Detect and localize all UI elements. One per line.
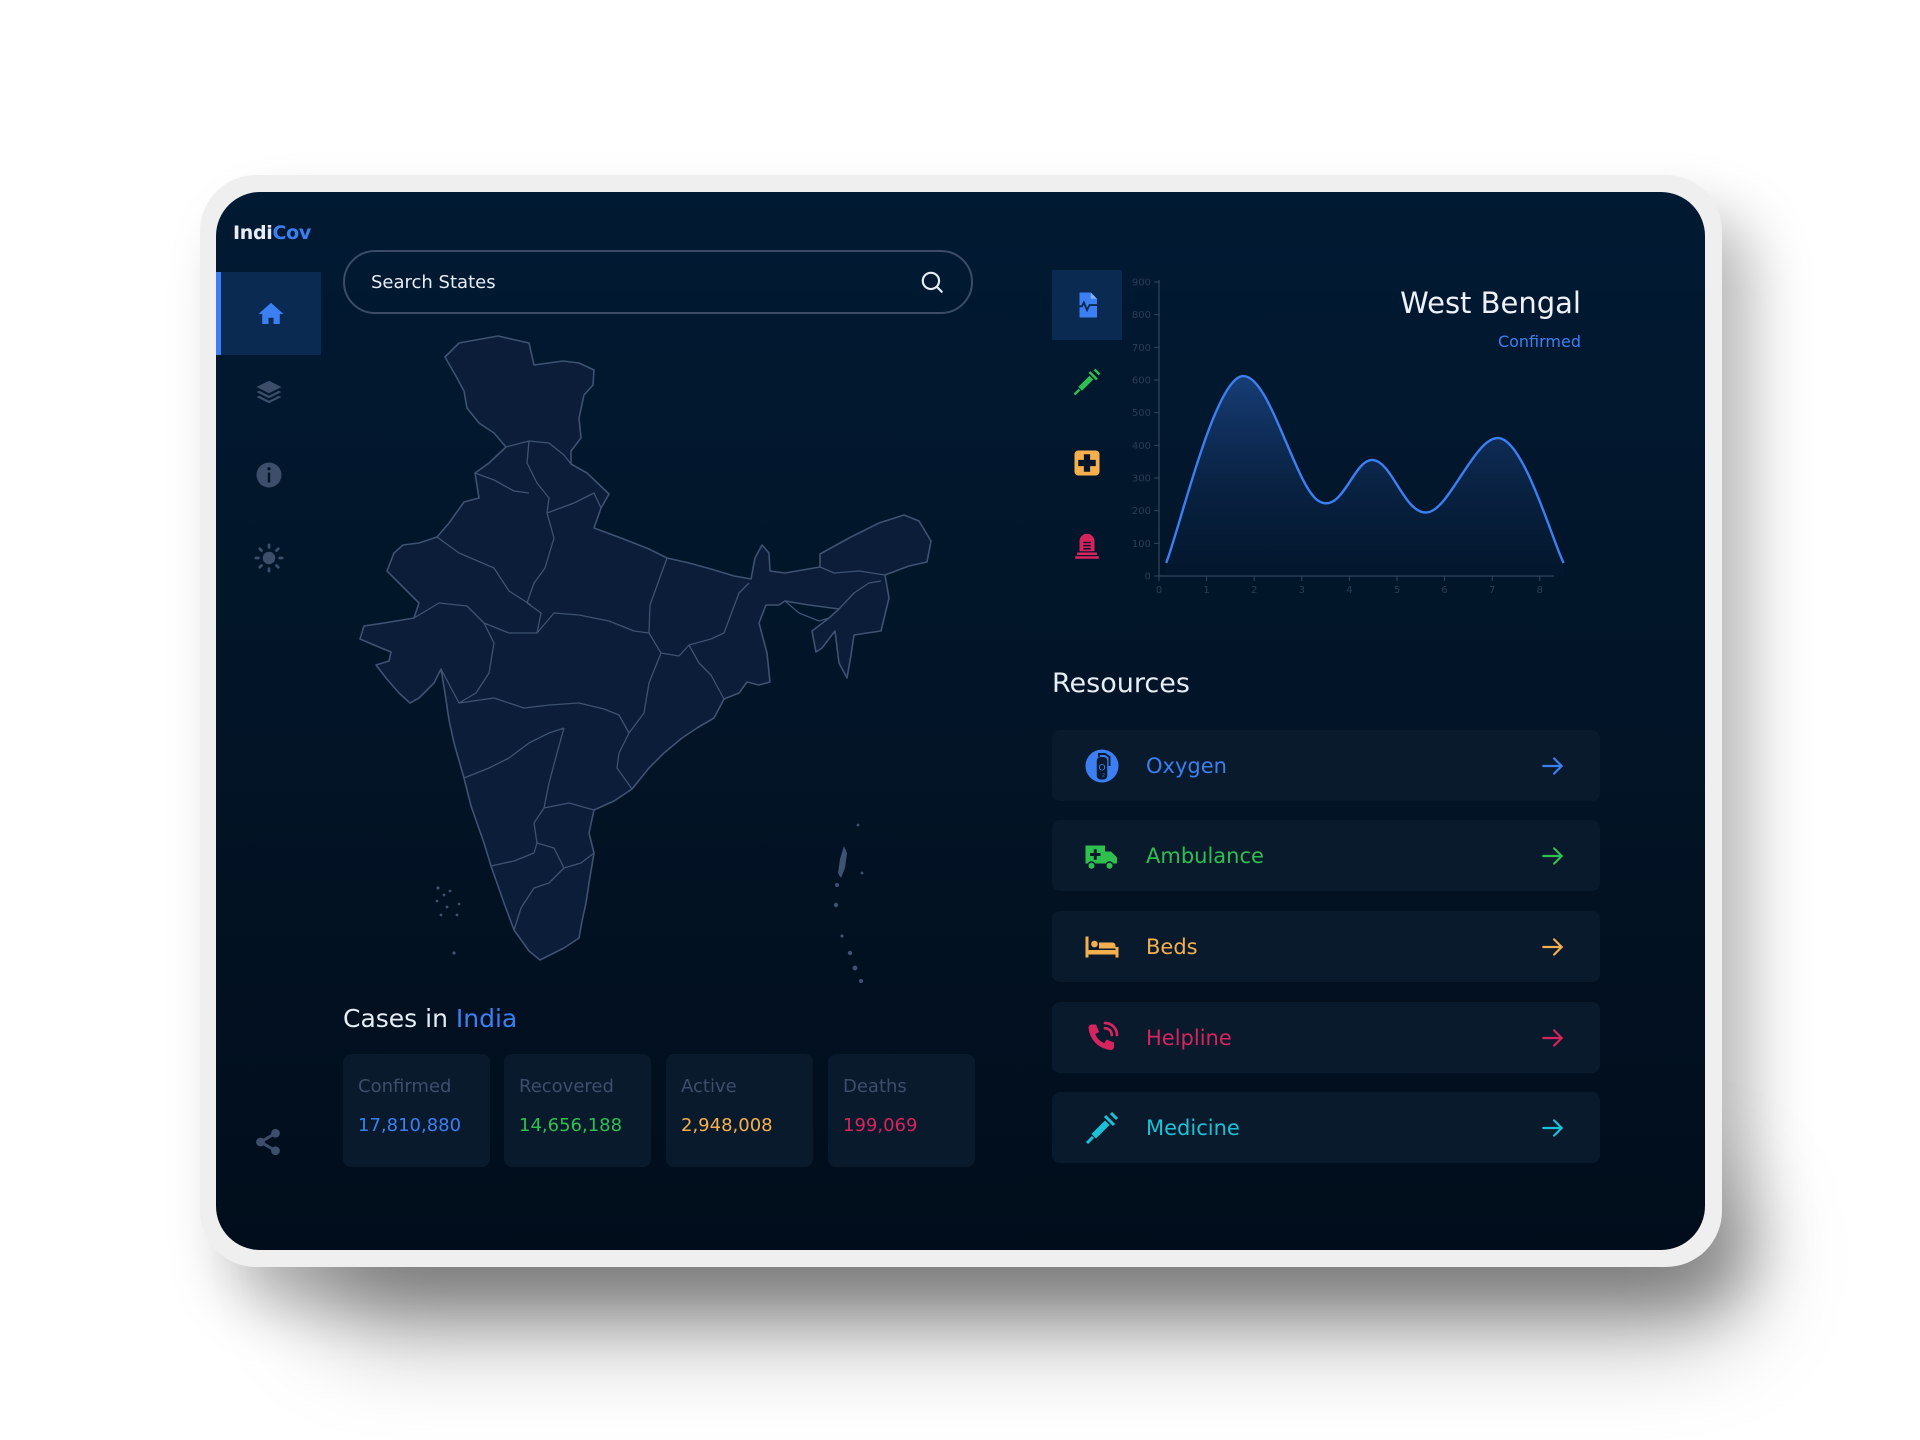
stat-card-confirmed: Confirmed 17,810,880 [343, 1054, 490, 1167]
x-tick-label: 4 [1346, 585, 1352, 596]
y-tick-label: 400 [1132, 441, 1151, 452]
share-button[interactable] [253, 1127, 283, 1157]
y-tick-label: 800 [1132, 310, 1151, 321]
layers-icon [256, 380, 281, 403]
cases-title: Cases in India [343, 1004, 517, 1033]
medical-report-icon [1075, 292, 1097, 318]
stat-value: 17,810,880 [358, 1115, 462, 1136]
info-icon [256, 462, 281, 487]
x-tick-label: 0 [1156, 585, 1162, 596]
lakshadweep-islands [435, 886, 461, 955]
resource-label: Oxygen [1146, 753, 1227, 778]
x-tick-label: 1 [1203, 585, 1209, 596]
y-tick-label: 700 [1132, 343, 1151, 354]
cases-title-country: India [455, 1004, 518, 1033]
andaman-nicobar-islands [833, 823, 864, 983]
arrow-right-icon [1542, 1028, 1564, 1047]
x-tick-label: 2 [1251, 585, 1257, 596]
chart-area [1166, 376, 1564, 576]
arrow-right-icon [1542, 937, 1564, 956]
sun-icon [254, 543, 283, 572]
app-logo: IndiCov [233, 222, 311, 244]
tombstone-icon [1075, 533, 1099, 559]
first-aid-icon [1074, 450, 1100, 476]
stat-label: Active [681, 1076, 737, 1097]
x-tick-label: 7 [1489, 585, 1495, 596]
logo-accent: Cov [272, 222, 312, 244]
arrow-right-icon [1542, 846, 1564, 865]
y-tick-label: 100 [1132, 539, 1151, 550]
x-tick-label: 8 [1537, 585, 1543, 596]
y-tick-label: 200 [1132, 506, 1151, 517]
logo-prefix: Indi [233, 222, 273, 244]
stat-label: Recovered [519, 1076, 614, 1097]
sidebar-item-layers[interactable] [216, 350, 321, 433]
y-tick-label: 300 [1132, 474, 1151, 485]
share-icon [256, 1128, 280, 1156]
stat-card-active: Active 2,948,008 [666, 1054, 813, 1167]
stat-value: 2,948,008 [681, 1115, 773, 1136]
region-metric: Confirmed [1497, 332, 1581, 351]
dashboard: IndiCov .st { fill: #0b1d38; stroke: #3e… [216, 192, 1705, 1250]
resource-helpline[interactable]: Helpline [1052, 1002, 1600, 1073]
resource-label: Ambulance [1146, 843, 1264, 868]
phone-icon [1088, 1021, 1119, 1050]
resource-label: Medicine [1146, 1115, 1240, 1140]
syringe-icon [1085, 1111, 1119, 1144]
sidebar-item-theme[interactable] [216, 516, 321, 599]
resource-beds[interactable]: Beds [1052, 911, 1600, 982]
resource-label: Helpline [1146, 1025, 1232, 1050]
bed-icon [1085, 936, 1119, 957]
svg-text:O: O [1098, 763, 1105, 773]
arrow-right-icon [1542, 1118, 1564, 1137]
y-tick-label: 600 [1132, 376, 1151, 387]
tab-deaths[interactable] [1052, 510, 1122, 580]
search-icon[interactable] [919, 269, 945, 295]
x-tick-label: 6 [1441, 585, 1447, 596]
search-input[interactable] [369, 270, 919, 294]
svg-text:2: 2 [1102, 772, 1105, 778]
syringe-icon [1073, 368, 1101, 396]
tab-confirmed[interactable] [1052, 270, 1122, 340]
x-tick-label: 3 [1299, 585, 1305, 596]
arrow-right-icon [1542, 756, 1564, 775]
resource-oxygen[interactable]: O2 Oxygen [1052, 730, 1600, 801]
sidebar-item-info[interactable] [216, 433, 321, 516]
sidebar-item-home[interactable] [216, 272, 321, 355]
x-tick-label: 5 [1394, 585, 1400, 596]
resource-label: Beds [1146, 934, 1198, 959]
stat-label: Deaths [843, 1076, 907, 1097]
tab-vaccinated[interactable] [1052, 347, 1122, 417]
stat-card-recovered: Recovered 14,656,188 [504, 1054, 651, 1167]
resource-ambulance[interactable]: Ambulance [1052, 820, 1600, 891]
stat-value: 14,656,188 [519, 1115, 623, 1136]
india-map[interactable]: .st { fill: #0b1d38; stroke: #3e5272; st… [356, 332, 956, 1002]
home-icon [258, 302, 284, 324]
region-title: West Bengal [1400, 286, 1581, 320]
stat-card-deaths: Deaths 199,069 [828, 1054, 975, 1167]
y-tick-label: 0 [1145, 572, 1151, 583]
y-tick-label: 500 [1132, 408, 1151, 419]
cases-title-prefix: Cases in [343, 1004, 456, 1033]
ambulance-icon [1085, 845, 1117, 870]
stat-value: 199,069 [843, 1115, 918, 1136]
stat-label: Confirmed [358, 1076, 452, 1097]
search-bar [343, 250, 973, 314]
tab-active[interactable] [1052, 428, 1122, 498]
india-outline [359, 335, 932, 961]
oxygen-cylinder-icon: O2 [1085, 749, 1119, 782]
resource-medicine[interactable]: Medicine [1052, 1092, 1600, 1163]
y-tick-label: 900 [1132, 278, 1151, 289]
resources-title: Resources [1052, 668, 1190, 699]
